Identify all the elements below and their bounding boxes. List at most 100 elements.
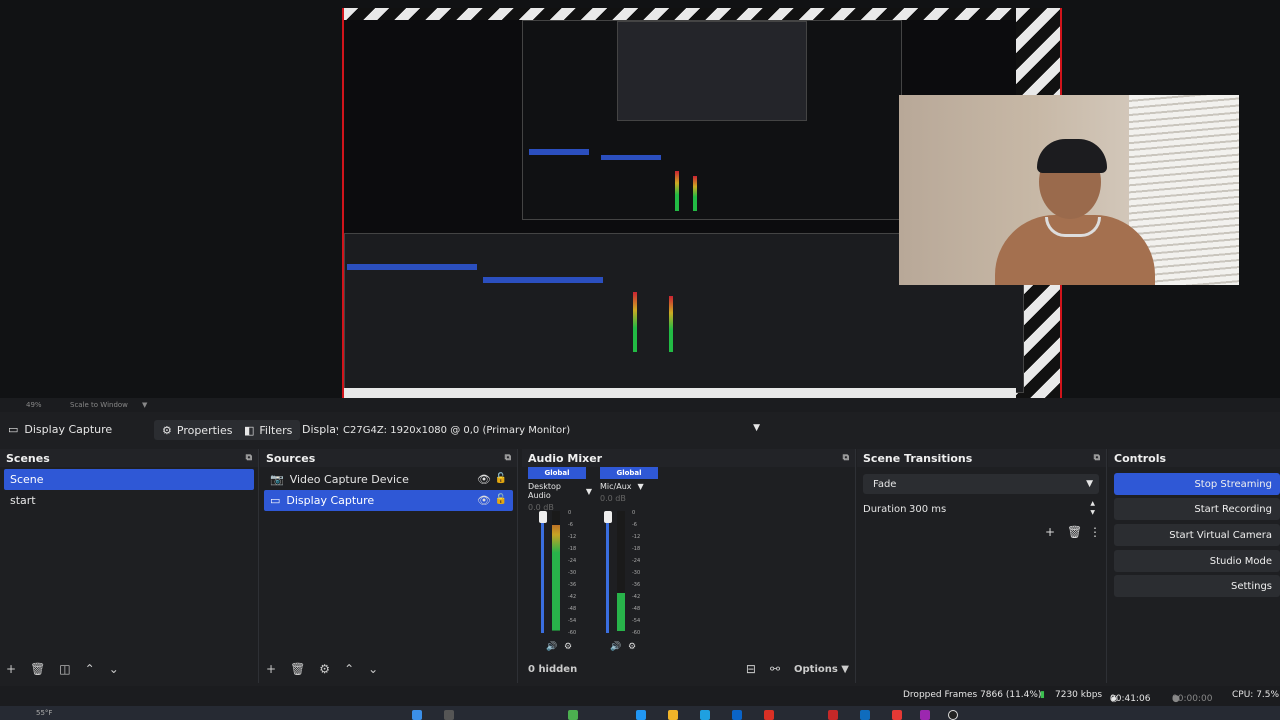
volume-meter-fill [552,525,560,631]
add-icon[interactable]: + [266,662,276,676]
scene-item[interactable]: start [4,490,254,511]
channel-name-label: Desktop Audio [528,482,561,500]
lock-icon[interactable]: 🔓 [495,494,507,505]
meter-tick-label: -36 [632,582,641,588]
volume-slider-track[interactable] [541,511,544,633]
preview-status-bar: 49% Scale to Window ▼ [0,398,1280,412]
chevron-down-icon[interactable]: ▼ [586,487,592,496]
gear-icon: ⚙ [162,423,172,437]
gear-icon[interactable]: ⚙ [319,662,330,676]
stream-time-value: 00:41:06 [1110,694,1151,704]
start-recording-button[interactable]: Start Recording [1114,498,1280,520]
trash-icon[interactable]: 🗑 [1067,525,1082,539]
meter-tick-label: -6 [568,522,573,528]
options-button[interactable]: Options ▼ [794,664,849,675]
speaker-icon[interactable]: 🔊 [610,642,621,652]
channel-global-label: Global [528,467,586,479]
move-down-icon[interactable]: ⌄ [109,662,119,676]
meter-tick-label: -18 [568,546,577,552]
channel-name[interactable]: Desktop Audio ▼ [528,482,592,500]
undock-icon[interactable]: ⧉ [1094,453,1100,463]
monitor-icon: ▭ [8,423,19,436]
scene-item-label: Scene [10,473,44,486]
meter-tick-label: -30 [632,570,641,576]
mail-icon[interactable] [764,710,774,720]
gear-icon[interactable]: ⚙ [564,642,572,652]
filters-button[interactable]: ◧ Filters [236,420,301,440]
undock-icon[interactable]: ⧉ [843,453,849,463]
more-icon[interactable]: ⋮ [1089,525,1101,539]
add-icon[interactable]: + [1045,525,1055,539]
os-taskbar: 55°F [0,706,1280,720]
app-icon[interactable] [636,710,646,720]
app-icon[interactable] [892,710,902,720]
chevron-down-icon: ▼ [1086,479,1093,489]
channel-name[interactable]: Mic/Aux ▼ [600,482,664,491]
settings-button[interactable]: Settings [1114,575,1280,597]
speaker-icon[interactable]: 🔊 [546,642,557,652]
trash-icon[interactable]: 🗑 [30,662,45,676]
app-icon[interactable] [860,710,870,720]
properties-button[interactable]: ⚙ Properties [154,420,241,440]
source-item[interactable]: 📷 Video Capture Device 👁 🔓 [264,469,513,490]
meter-tick-label: -48 [568,606,577,612]
eye-icon[interactable]: 👁 [477,473,491,486]
source-item-label: Display Capture [286,494,375,507]
lock-icon[interactable]: 🔓 [495,473,507,484]
volume-slider-track[interactable] [606,511,609,633]
filters-label: Filters [259,423,293,437]
transition-select[interactable]: Fade ▼ [863,474,1099,494]
chevron-down-icon: ▼ [753,423,760,433]
volume-meter [617,511,625,631]
bitrate: 7230 kbps [1055,690,1103,700]
nested-meter [675,171,679,211]
duration-label: Duration [863,504,907,515]
weather-text: 55°F [36,709,53,717]
move-up-icon[interactable]: ⌃ [344,662,354,676]
preview-scale-mode[interactable]: Scale to Window [70,401,128,409]
start-icon[interactable] [412,710,422,720]
transitions-title: Scene Transitions [863,451,973,465]
app-icon[interactable] [568,710,578,720]
undock-icon[interactable]: ⧉ [246,453,252,463]
app-icon[interactable] [732,710,742,720]
spin-buttons[interactable]: ▲ ▼ [1090,499,1095,517]
scenes-toolbar: + 🗑 ◫ ⌃ ⌄ [0,661,258,677]
move-up-icon[interactable]: ⌃ [85,662,95,676]
trash-icon[interactable]: 🗑 [290,662,305,676]
search-icon[interactable] [444,710,454,720]
app-icon[interactable] [920,710,930,720]
nested-scene-selection [347,264,477,270]
filter-icon[interactable]: ◫ [59,662,70,676]
move-down-icon[interactable]: ⌄ [368,662,378,676]
eye-icon[interactable]: 👁 [477,494,491,507]
app-icon[interactable] [828,710,838,720]
undock-icon[interactable]: ⧉ [505,453,511,463]
folder-icon[interactable] [668,710,678,720]
context-bar: ▭ Display Capture ⚙ Properties ◧ Filters… [0,418,1280,442]
preview-area[interactable] [0,0,1280,400]
studio-mode-button[interactable]: Studio Mode [1114,550,1280,572]
webcam-feed [899,95,1239,285]
display-select[interactable]: C27G4Z: 1920x1080 @ 0,0 (Primary Monitor… [338,420,766,440]
properties-label: Properties [176,423,233,437]
channel-db: 0.0 dB [600,494,626,503]
source-item[interactable]: ▭ Display Capture 👁 🔓 [264,490,513,511]
chevron-down-icon[interactable]: ▼ [142,401,147,409]
volume-slider-thumb[interactable] [604,511,612,523]
obs-icon[interactable] [948,710,958,720]
chevron-down-icon[interactable]: ▼ [638,482,644,491]
duration-field[interactable]: 300 ms ▲ ▼ [907,499,1099,519]
start-virtual-camera-button[interactable]: Start Virtual Camera [1114,524,1280,546]
gear-icon[interactable]: ⚙ [628,642,636,652]
browser-icon[interactable] [700,710,710,720]
nested-taskbar [344,388,1016,398]
scene-item[interactable]: Scene [4,469,254,490]
volume-slider-thumb[interactable] [539,511,547,523]
stop-streaming-button[interactable]: Stop Streaming [1114,473,1280,495]
layout-icon[interactable]: ⊟ [746,662,756,676]
preview-zoom[interactable]: 49% [26,401,42,409]
meter-tick-label: -60 [632,630,641,636]
add-icon[interactable]: + [6,662,16,676]
link-icon[interactable]: ⚯ [770,662,780,676]
